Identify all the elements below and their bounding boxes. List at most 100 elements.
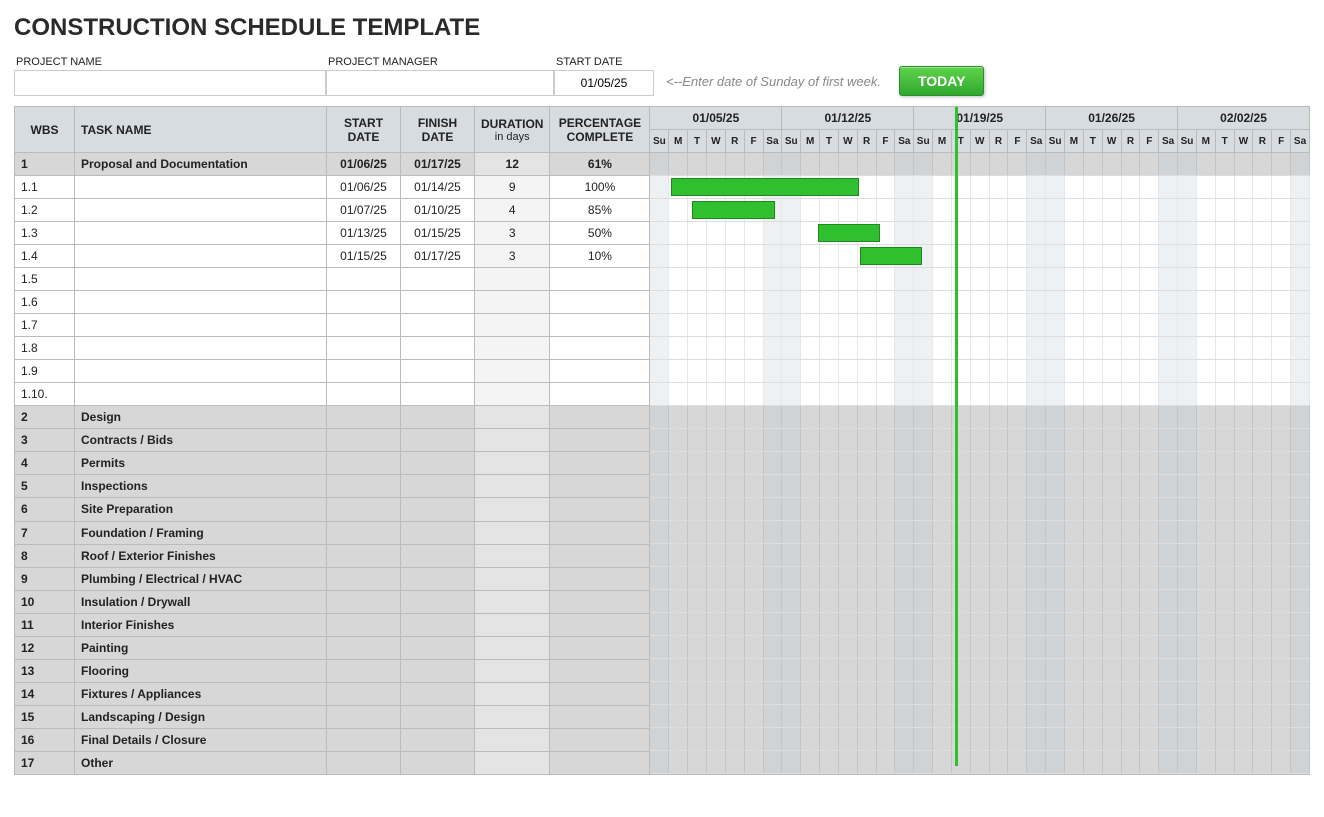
cell-pct[interactable] xyxy=(550,429,650,452)
cell-wbs[interactable]: 1.6 xyxy=(15,291,75,314)
cell-task[interactable]: Landscaping / Design xyxy=(75,705,327,728)
cell-start[interactable] xyxy=(327,659,401,682)
cell-start[interactable] xyxy=(327,728,401,751)
cell-task[interactable]: Insulation / Drywall xyxy=(75,590,327,613)
cell-task[interactable] xyxy=(75,383,327,406)
cell-wbs[interactable]: 1.3 xyxy=(15,222,75,245)
cell-wbs[interactable]: 1.5 xyxy=(15,268,75,291)
cell-task[interactable]: Design xyxy=(75,406,327,429)
cell-finish[interactable] xyxy=(401,498,475,521)
cell-wbs[interactable]: 11 xyxy=(15,613,75,636)
cell-dur[interactable] xyxy=(475,498,550,521)
cell-dur[interactable] xyxy=(475,314,550,337)
start-date-input[interactable] xyxy=(554,70,654,96)
cell-dur[interactable] xyxy=(475,383,550,406)
task-row[interactable]: 1.6 xyxy=(15,291,650,314)
cell-wbs[interactable]: 1 xyxy=(15,153,75,176)
cell-start[interactable] xyxy=(327,291,401,314)
section-row[interactable]: 16Final Details / Closure xyxy=(15,728,650,751)
cell-start[interactable] xyxy=(327,429,401,452)
cell-finish[interactable] xyxy=(401,475,475,498)
cell-wbs[interactable]: 10 xyxy=(15,590,75,613)
task-row[interactable]: 1.301/13/2501/15/25350% xyxy=(15,222,650,245)
cell-pct[interactable] xyxy=(550,360,650,383)
cell-start[interactable] xyxy=(327,268,401,291)
project-name-input[interactable] xyxy=(14,70,326,96)
cell-task[interactable] xyxy=(75,360,327,383)
cell-finish[interactable]: 01/15/25 xyxy=(401,222,475,245)
cell-start[interactable]: 01/06/25 xyxy=(327,176,401,199)
project-manager-input[interactable] xyxy=(326,70,554,96)
task-row[interactable]: 1.7 xyxy=(15,314,650,337)
cell-task[interactable]: Other xyxy=(75,751,327,774)
cell-pct[interactable] xyxy=(550,590,650,613)
cell-dur[interactable]: 4 xyxy=(475,199,550,222)
cell-dur[interactable]: 3 xyxy=(475,222,550,245)
cell-finish[interactable] xyxy=(401,429,475,452)
cell-finish[interactable] xyxy=(401,613,475,636)
cell-dur[interactable] xyxy=(475,728,550,751)
cell-wbs[interactable]: 3 xyxy=(15,429,75,452)
task-row[interactable]: 1.101/06/2501/14/259100% xyxy=(15,176,650,199)
cell-dur[interactable]: 12 xyxy=(475,153,550,176)
cell-dur[interactable] xyxy=(475,567,550,590)
cell-wbs[interactable]: 7 xyxy=(15,521,75,544)
cell-wbs[interactable]: 1.2 xyxy=(15,199,75,222)
task-row[interactable]: 1.10. xyxy=(15,383,650,406)
cell-wbs[interactable]: 1.1 xyxy=(15,176,75,199)
section-row[interactable]: 4Permits xyxy=(15,452,650,475)
cell-pct[interactable] xyxy=(550,475,650,498)
cell-finish[interactable] xyxy=(401,705,475,728)
section-row[interactable]: 17Other xyxy=(15,751,650,774)
cell-pct[interactable] xyxy=(550,337,650,360)
cell-finish[interactable] xyxy=(401,567,475,590)
cell-task[interactable]: Roof / Exterior Finishes xyxy=(75,544,327,567)
cell-task[interactable]: Interior Finishes xyxy=(75,613,327,636)
cell-pct[interactable]: 85% xyxy=(550,199,650,222)
cell-dur[interactable] xyxy=(475,521,550,544)
cell-finish[interactable] xyxy=(401,659,475,682)
cell-start[interactable]: 01/15/25 xyxy=(327,245,401,268)
cell-start[interactable] xyxy=(327,360,401,383)
cell-wbs[interactable]: 12 xyxy=(15,636,75,659)
section-row[interactable]: 13Flooring xyxy=(15,659,650,682)
cell-start[interactable] xyxy=(327,636,401,659)
cell-finish[interactable] xyxy=(401,682,475,705)
cell-wbs[interactable]: 5 xyxy=(15,475,75,498)
cell-dur[interactable] xyxy=(475,613,550,636)
section-row[interactable]: 15Landscaping / Design xyxy=(15,705,650,728)
cell-start[interactable] xyxy=(327,705,401,728)
cell-start[interactable] xyxy=(327,613,401,636)
cell-pct[interactable] xyxy=(550,613,650,636)
cell-wbs[interactable]: 17 xyxy=(15,751,75,774)
cell-finish[interactable] xyxy=(401,636,475,659)
cell-finish[interactable]: 01/17/25 xyxy=(401,245,475,268)
cell-task[interactable] xyxy=(75,291,327,314)
cell-start[interactable] xyxy=(327,567,401,590)
cell-start[interactable] xyxy=(327,337,401,360)
cell-wbs[interactable]: 9 xyxy=(15,567,75,590)
task-row[interactable]: 1.401/15/2501/17/25310% xyxy=(15,245,650,268)
cell-dur[interactable] xyxy=(475,682,550,705)
section-row[interactable]: 8Roof / Exterior Finishes xyxy=(15,544,650,567)
cell-pct[interactable]: 61% xyxy=(550,153,650,176)
gantt-bar[interactable] xyxy=(860,247,922,265)
cell-finish[interactable] xyxy=(401,751,475,774)
cell-task[interactable]: Fixtures / Appliances xyxy=(75,682,327,705)
section-row[interactable]: 6Site Preparation xyxy=(15,498,650,521)
cell-task[interactable]: Permits xyxy=(75,452,327,475)
cell-start[interactable] xyxy=(327,751,401,774)
section-row[interactable]: 1Proposal and Documentation01/06/2501/17… xyxy=(15,153,650,176)
cell-pct[interactable] xyxy=(550,521,650,544)
cell-finish[interactable] xyxy=(401,383,475,406)
cell-task[interactable]: Proposal and Documentation xyxy=(75,153,327,176)
cell-wbs[interactable]: 8 xyxy=(15,544,75,567)
cell-start[interactable] xyxy=(327,521,401,544)
cell-finish[interactable] xyxy=(401,544,475,567)
section-row[interactable]: 14Fixtures / Appliances xyxy=(15,682,650,705)
cell-pct[interactable] xyxy=(550,383,650,406)
cell-wbs[interactable]: 4 xyxy=(15,452,75,475)
cell-start[interactable]: 01/06/25 xyxy=(327,153,401,176)
task-row[interactable]: 1.9 xyxy=(15,360,650,383)
cell-wbs[interactable]: 6 xyxy=(15,498,75,521)
